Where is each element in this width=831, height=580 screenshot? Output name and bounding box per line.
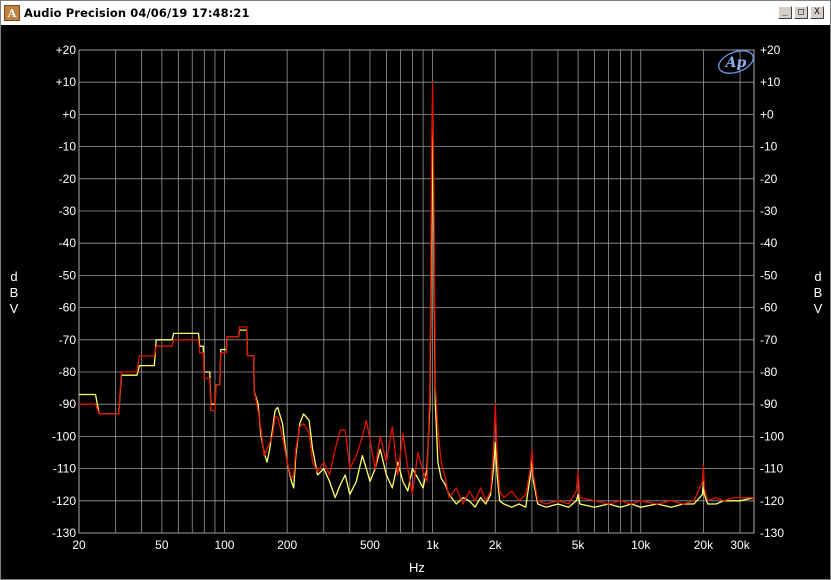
- window-controls: _ □ X: [778, 6, 824, 19]
- y-tick-label-right: -40: [760, 236, 778, 250]
- fft-spectrum-chart[interactable]: +20 +10 +0 -10 -20 -30 -40 -50 -60 -70 -80 -90 -100 -…: [1, 25, 830, 579]
- y-tick-label-right: -90: [760, 397, 778, 411]
- y-tick-label-left: -90: [59, 397, 77, 411]
- y-tick-label-left: -60: [59, 301, 77, 315]
- close-button[interactable]: X: [810, 6, 824, 19]
- y-tick-label-left: -40: [59, 236, 77, 250]
- y-tick-label-right: -20: [760, 172, 778, 186]
- y-tick-label-right: -120: [760, 494, 784, 508]
- audio-precision-app-icon[interactable]: A: [4, 5, 20, 21]
- x-tick-label: 10k: [631, 538, 651, 552]
- window-title: Audio Precision 04/06/19 17:48:21: [24, 6, 250, 20]
- y-tick-label-right: -60: [760, 301, 778, 315]
- y-tick-label-left: -70: [59, 333, 77, 347]
- y-tick-label-right: -130: [760, 526, 784, 540]
- minimize-button[interactable]: _: [778, 6, 792, 19]
- x-tick-label: 20k: [694, 538, 714, 552]
- y-axis-title-right: V: [814, 301, 823, 316]
- y-axis-title-left: V: [10, 301, 19, 316]
- app-window: A Audio Precision 04/06/19 17:48:21 _ □ …: [0, 0, 831, 580]
- y-tick-label-left: -20: [59, 172, 77, 186]
- x-tick-label: 5k: [572, 538, 586, 552]
- x-tick-label: 100: [214, 538, 234, 552]
- y-tick-label-left: -10: [59, 140, 77, 154]
- y-tick-label-right: -80: [760, 365, 778, 379]
- x-tick-label: 20: [72, 538, 86, 552]
- maximize-button[interactable]: □: [794, 6, 808, 19]
- y-tick-label-right: -70: [760, 333, 778, 347]
- y-tick-label-right: +10: [760, 75, 781, 89]
- y-tick-label-right: -100: [760, 429, 784, 443]
- y-tick-label-right: -50: [760, 268, 778, 282]
- y-tick-label-left: -50: [59, 268, 77, 282]
- x-tick-label: 200: [277, 538, 297, 552]
- y-tick-label-left: -120: [52, 494, 76, 508]
- y-tick-label-left: -110: [53, 462, 76, 476]
- y-tick-label-left: -30: [59, 204, 77, 218]
- y-axis-title-left: B: [10, 285, 19, 300]
- y-tick-label-left: +0: [62, 107, 76, 121]
- y-axis-title-right: B: [814, 285, 823, 300]
- x-tick-label: 1k: [426, 538, 440, 552]
- y-axis-title-right: d: [814, 269, 821, 284]
- y-tick-label-right: +20: [760, 43, 781, 57]
- chart-background: [1, 25, 830, 579]
- x-tick-label: 500: [360, 538, 380, 552]
- x-tick-label: 2k: [489, 538, 503, 552]
- x-axis-title: Hz: [409, 560, 425, 575]
- x-tick-label: 50: [155, 538, 169, 552]
- y-tick-label-left: +20: [56, 43, 77, 57]
- y-tick-label-right: +0: [760, 107, 774, 121]
- y-tick-label-left: +10: [56, 75, 77, 89]
- y-tick-label-right: -110: [760, 462, 783, 476]
- y-tick-label-right: -30: [760, 204, 778, 218]
- y-axis-title-left: d: [10, 269, 17, 284]
- title-bar[interactable]: A Audio Precision 04/06/19 17:48:21 _ □ …: [1, 1, 830, 26]
- y-tick-label-left: -100: [52, 429, 76, 443]
- y-tick-label-right: -10: [760, 140, 778, 154]
- ap-logo-text: Ap: [724, 55, 747, 71]
- y-tick-label-left: -80: [59, 365, 77, 379]
- x-tick-label: 30k: [730, 538, 750, 552]
